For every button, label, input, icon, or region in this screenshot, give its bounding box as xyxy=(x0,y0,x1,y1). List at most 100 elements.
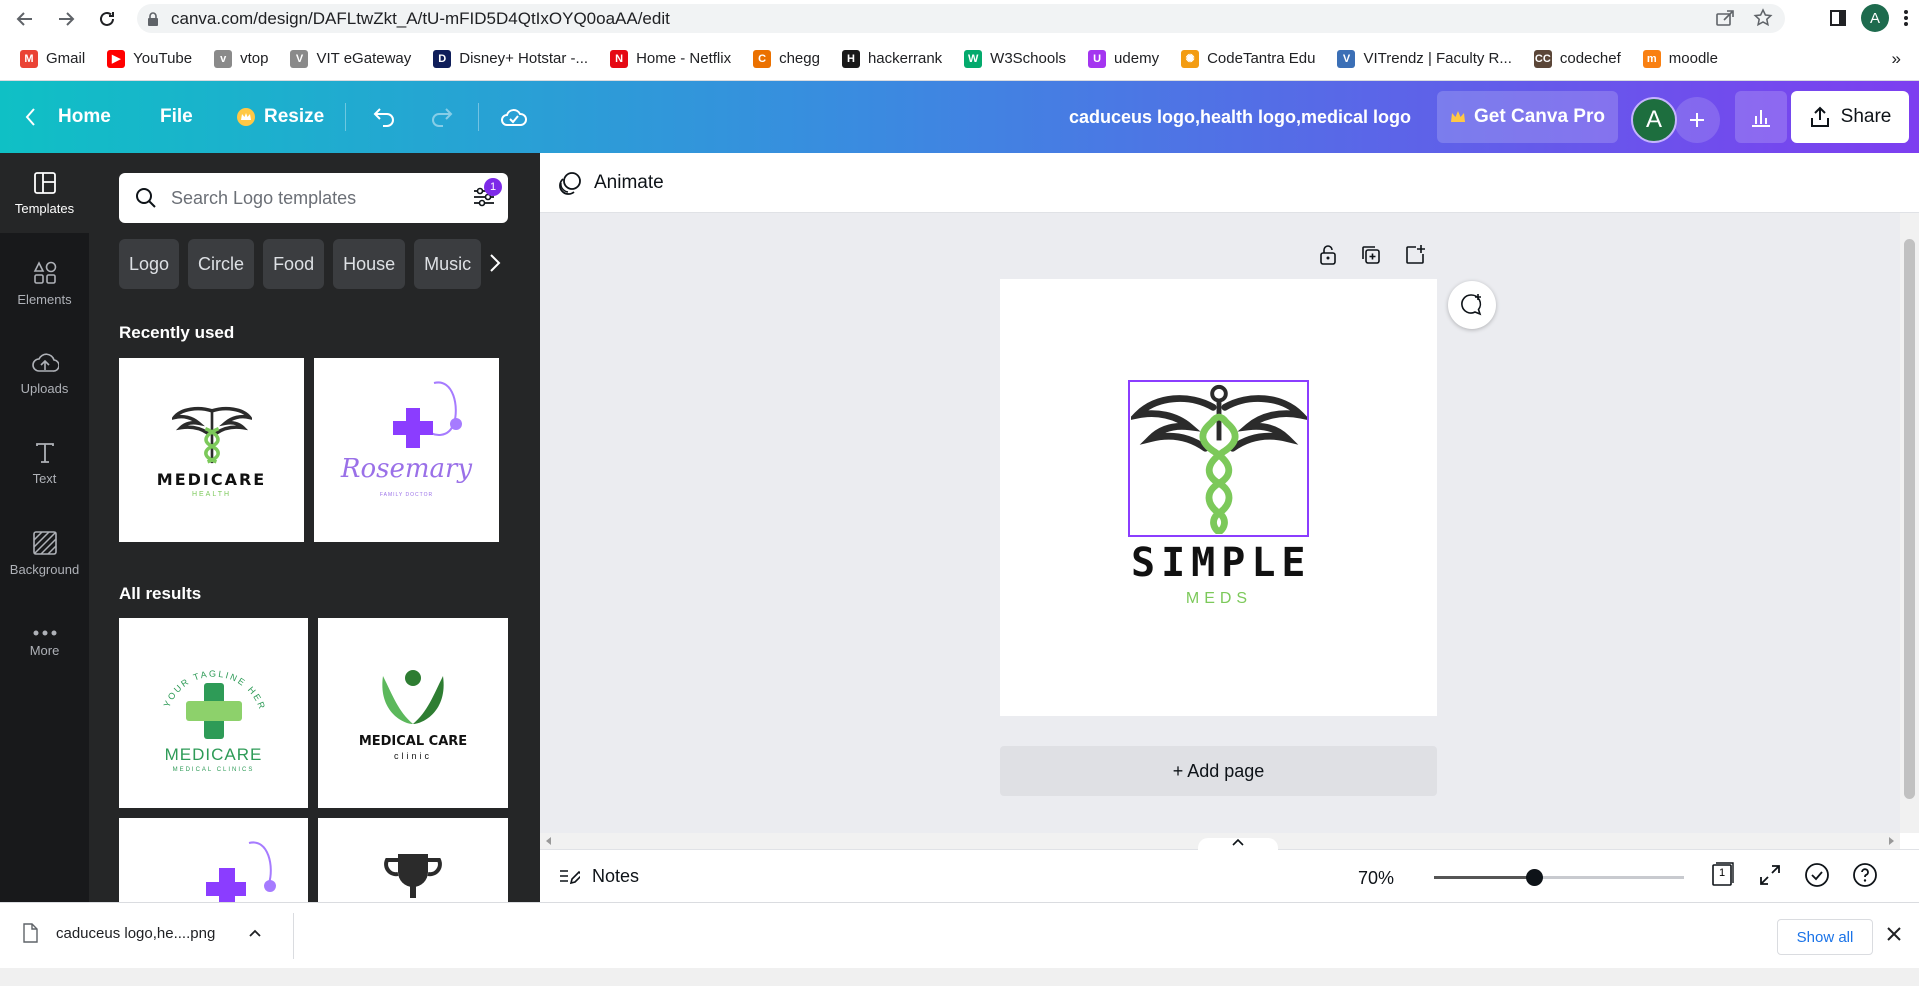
bookmark-favicon-icon: ✺ xyxy=(1181,49,1200,68)
chrome-profile-avatar[interactable]: A xyxy=(1861,4,1889,32)
insights-button[interactable] xyxy=(1735,91,1787,143)
bookmark-item[interactable]: V VIT eGateway xyxy=(290,49,411,68)
download-item[interactable]: caduceus logo,he....png xyxy=(22,923,261,943)
redo-button[interactable] xyxy=(430,81,454,153)
scrollbar-thumb[interactable] xyxy=(1904,239,1915,799)
zoom-slider-handle[interactable] xyxy=(1526,869,1543,886)
result-template-medical-care[interactable]: MEDICAL CARE clinic xyxy=(318,618,508,808)
recent-template-subtitle: FAMILY DOCTOR xyxy=(379,492,434,498)
get-pro-label: Get Canva Pro xyxy=(1474,106,1605,127)
cloud-save-status[interactable] xyxy=(500,81,528,153)
bookmark-item[interactable]: m moodle xyxy=(1642,49,1718,68)
result-template-trophy[interactable] xyxy=(318,818,508,902)
check-circle-icon[interactable] xyxy=(1804,862,1830,888)
chevron-left-icon xyxy=(25,108,35,126)
result-template-medicare-clinics[interactable]: YOUR TAGLINE HERE MEDICARE MEDICAL CLINI… xyxy=(119,618,308,808)
fullscreen-icon[interactable] xyxy=(1758,863,1782,887)
bookmark-item[interactable]: V VITrendz | Faculty R... xyxy=(1337,49,1512,68)
rail-item-more[interactable]: More xyxy=(0,603,89,683)
chrome-menu-icon[interactable] xyxy=(1903,9,1909,27)
recent-template-medicare[interactable]: MEDICARE HEALTH xyxy=(119,358,304,542)
result-template-subtitle: MEDICAL CLINICS xyxy=(172,767,255,773)
bookmark-item[interactable]: CC codechef xyxy=(1533,49,1621,68)
home-button[interactable]: Home xyxy=(24,81,111,153)
side-panel-icon[interactable] xyxy=(1829,9,1847,27)
template-search-input[interactable]: Search Logo templates 1 xyxy=(119,173,508,223)
share-button[interactable]: Share xyxy=(1791,91,1909,143)
notes-label: Notes xyxy=(592,866,640,886)
address-bar[interactable]: canva.com/design/DAFLtwZkt_A/tU-mFID5D4Q… xyxy=(137,4,1785,33)
lock-page-icon[interactable] xyxy=(1318,244,1338,266)
zoom-percentage[interactable]: 70% xyxy=(1358,868,1394,889)
bookmark-star-icon[interactable] xyxy=(1753,8,1773,28)
user-avatar[interactable]: A xyxy=(1631,97,1677,143)
result-template-title: MEDICAL CARE xyxy=(358,733,468,749)
caduceus-logo-icon xyxy=(171,406,252,464)
rail-item-templates[interactable]: Templates xyxy=(0,153,89,233)
scroll-right-icon[interactable] xyxy=(1888,837,1894,845)
rail-item-text[interactable]: Text xyxy=(0,423,89,503)
bookmark-item[interactable]: M Gmail xyxy=(20,49,86,68)
bookmark-item[interactable]: D Disney+ Hotstar -... xyxy=(433,49,588,68)
get-canva-pro-button[interactable]: Get Canva Pro xyxy=(1437,91,1618,143)
bookmark-item[interactable]: W W3Schools xyxy=(964,49,1066,68)
bookmark-item[interactable]: ▶ YouTube xyxy=(107,49,192,68)
rail-item-background[interactable]: Background xyxy=(0,513,89,593)
notes-button[interactable]: Notes xyxy=(558,866,639,887)
help-icon[interactable] xyxy=(1852,862,1878,888)
bookmark-item[interactable]: Cchegg xyxy=(753,49,820,68)
chips-next-icon[interactable] xyxy=(489,253,501,278)
rail-item-uploads[interactable]: Uploads xyxy=(0,333,89,413)
add-comment-button[interactable] xyxy=(1448,281,1496,329)
scroll-left-icon[interactable] xyxy=(546,837,552,845)
close-icon[interactable] xyxy=(1887,927,1901,946)
logo-subtitle-text[interactable]: MEDS xyxy=(1131,590,1307,608)
bookmark-item[interactable]: Hhackerrank xyxy=(841,49,942,68)
design-title[interactable]: caduceus logo,health logo,medical logo xyxy=(1069,81,1411,153)
notes-icon xyxy=(560,869,580,884)
footer-tools: 1 xyxy=(1710,862,1878,888)
add-page-icon[interactable] xyxy=(1404,244,1426,266)
back-button[interactable] xyxy=(8,2,42,36)
chip-food[interactable]: Food xyxy=(263,239,325,289)
rail-item-elements[interactable]: Elements xyxy=(0,243,89,323)
bookmark-item[interactable]: ✺ CodeTantra Edu xyxy=(1181,49,1315,68)
bookmark-label: Gmail xyxy=(46,50,86,67)
bookmark-item[interactable]: Uudemy xyxy=(1088,49,1159,68)
add-page-button[interactable]: + Add page xyxy=(1000,746,1437,796)
cloud-check-icon xyxy=(501,109,527,126)
selection-box[interactable] xyxy=(1128,380,1309,537)
logo-title-text[interactable]: SIMPLE xyxy=(1131,540,1307,586)
leaf-person-icon xyxy=(382,669,444,724)
bookmarks-overflow-icon[interactable]: » xyxy=(1892,49,1901,69)
share-label: Share xyxy=(1840,106,1892,127)
bookmark-label: chegg xyxy=(779,50,820,67)
chip-logo[interactable]: Logo xyxy=(119,239,180,289)
chip-music[interactable]: Music xyxy=(414,239,482,289)
undo-button[interactable] xyxy=(372,81,396,153)
file-menu[interactable]: File xyxy=(160,81,193,153)
resize-button[interactable]: Resize xyxy=(236,81,324,153)
canva-header: Home File Resize caduceus logo,health lo… xyxy=(0,81,1919,153)
animate-button[interactable]: Animate xyxy=(558,171,664,195)
show-all-downloads-button[interactable]: Show all xyxy=(1777,919,1873,955)
expand-pages-button[interactable] xyxy=(1198,838,1278,852)
page-count-button[interactable]: 1 xyxy=(1710,862,1736,888)
result-template-purple-cross[interactable] xyxy=(119,818,308,902)
bookmark-item[interactable]: N Home - Netflix xyxy=(610,49,731,68)
duplicate-page-icon[interactable] xyxy=(1360,244,1382,266)
reload-button[interactable] xyxy=(90,2,124,36)
recent-template-title: MEDICARE xyxy=(156,470,267,489)
chip-circle[interactable]: Circle xyxy=(188,239,255,289)
forward-button[interactable] xyxy=(49,2,83,36)
bookmark-favicon-icon: CC xyxy=(1533,49,1552,68)
share-page-icon[interactable] xyxy=(1715,8,1735,28)
zoom-slider-fill xyxy=(1434,876,1534,879)
vertical-scrollbar[interactable] xyxy=(1900,213,1919,833)
bookmark-item[interactable]: v vtop xyxy=(214,49,268,68)
recent-template-rosemary[interactable]: Rosemary FAMILY DOCTOR xyxy=(314,358,499,542)
zoom-slider[interactable] xyxy=(1434,869,1684,886)
lock-icon xyxy=(147,11,159,26)
invite-button[interactable] xyxy=(1674,97,1720,143)
chip-house[interactable]: House xyxy=(333,239,406,289)
